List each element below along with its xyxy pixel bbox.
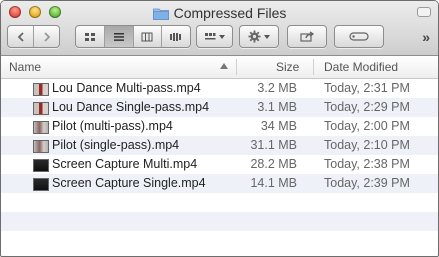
column-divider[interactable] (313, 59, 314, 75)
file-date-modified: Today, 2:39 PM (324, 176, 410, 190)
window-title-text: Compressed Files (173, 5, 287, 21)
file-date-modified: Today, 2:29 PM (324, 100, 410, 114)
icon-view-button[interactable] (76, 26, 105, 47)
columns-icon (141, 32, 153, 41)
file-size: 14.1 MB (250, 176, 297, 190)
action-button-face (240, 26, 278, 47)
file-size: 28.2 MB (250, 157, 297, 171)
edit-tags-button-face (335, 26, 383, 47)
file-row[interactable]: Screen Capture Single.mp4 14.1 MB Today, 2… (1, 174, 438, 193)
arrange-button[interactable] (196, 25, 233, 48)
column-view-button[interactable] (134, 26, 163, 47)
share-button-face (288, 26, 326, 47)
back-button[interactable] (8, 26, 34, 47)
cover-flow-button[interactable] (162, 26, 190, 47)
arrange-button-face (197, 26, 232, 47)
toolbar-toggle-button[interactable] (417, 7, 431, 17)
forward-button[interactable] (34, 26, 59, 47)
back-arrow-icon (17, 31, 24, 42)
tag-icon (349, 32, 369, 41)
name-column-header[interactable]: Name (9, 60, 41, 74)
list-icon (113, 32, 124, 41)
gear-icon (248, 30, 261, 43)
empty-row (1, 212, 438, 231)
sort-ascending-icon (220, 63, 228, 69)
back-forward-control (7, 25, 60, 48)
file-size: 31.1 MB (250, 138, 297, 152)
size-column-header[interactable]: Size (276, 60, 299, 74)
grid-icon (84, 32, 95, 41)
file-row[interactable]: Lou Dance Multi-pass.mp4 3.2 MB Today, 2:3… (1, 79, 438, 98)
empty-row (1, 231, 438, 250)
file-row[interactable]: Pilot (single-pass).mp4 31.1 MB Today, 2:1… (1, 136, 438, 155)
column-divider[interactable] (236, 59, 237, 75)
chevron-down-icon (219, 34, 225, 39)
file-row[interactable]: Pilot (multi-pass).mp4 34 MB Today, 2:00 P… (1, 117, 438, 136)
video-thumbnail-icon (33, 140, 49, 153)
video-thumbnail-icon (33, 159, 49, 172)
file-date-modified: Today, 2:10 PM (324, 138, 410, 152)
file-name: Lou Dance Multi-pass.mp4 (52, 81, 201, 95)
file-name: Pilot (single-pass).mp4 (52, 138, 180, 152)
date-column-header[interactable]: Date Modified (324, 60, 398, 74)
file-size: 34 MB (260, 119, 297, 133)
file-name: Lou Dance Single-pass.mp4 (52, 100, 210, 114)
share-icon (300, 31, 314, 42)
folder-icon (152, 8, 169, 20)
file-date-modified: Today, 2:38 PM (324, 157, 410, 171)
file-list: Lou Dance Multi-pass.mp4 3.2 MB Today, 2:3… (1, 79, 438, 250)
empty-row (1, 193, 438, 212)
view-mode-control (75, 25, 191, 48)
video-thumbnail-icon (33, 102, 49, 115)
file-name: Pilot (multi-pass).mp4 (52, 119, 173, 133)
finder-window: Compressed Files » Name Size Date Modifi… (0, 0, 439, 257)
file-size: 3.1 MB (257, 100, 297, 114)
file-row[interactable]: Lou Dance Single-pass.mp4 3.1 MB Today, 2:… (1, 98, 438, 117)
action-button[interactable] (239, 25, 279, 48)
file-date-modified: Today, 2:31 PM (324, 81, 410, 95)
list-view-button[interactable] (104, 26, 134, 47)
forward-arrow-icon (43, 31, 50, 42)
file-size: 3.2 MB (257, 81, 297, 95)
window-toolbar: Compressed Files » (1, 1, 438, 56)
file-name: Screen Capture Multi.mp4 (52, 157, 198, 171)
video-thumbnail-icon (33, 121, 49, 134)
file-row[interactable]: Screen Capture Multi.mp4 28.2 MB Today, 2:… (1, 155, 438, 174)
edit-tags-button[interactable] (334, 25, 384, 48)
toolbar-overflow-icon[interactable]: » (422, 29, 430, 45)
arrange-grid-icon (205, 32, 216, 39)
video-thumbnail-icon (33, 83, 49, 96)
video-thumbnail-icon (33, 178, 49, 191)
share-button[interactable] (287, 25, 327, 48)
chevron-down-icon (264, 34, 270, 39)
file-date-modified: Today, 2:00 PM (324, 119, 410, 133)
file-name: Screen Capture Single.mp4 (52, 176, 206, 190)
column-header: Name Size Date Modified (1, 56, 438, 79)
window-title: Compressed Files (1, 3, 438, 23)
cover-flow-icon (170, 32, 182, 41)
